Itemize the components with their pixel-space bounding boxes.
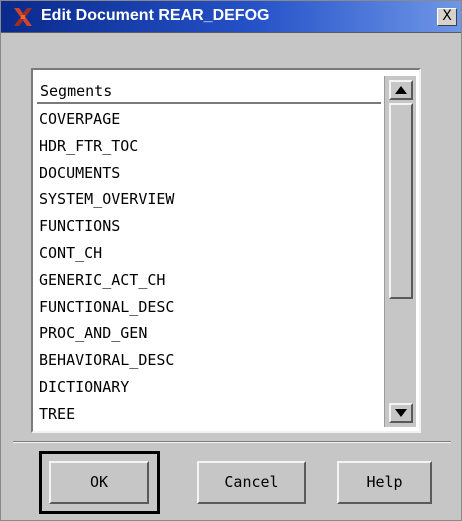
arrow-down-icon	[395, 409, 407, 417]
window-title: Edit Document REAR_DEFOG	[41, 7, 270, 24]
arrow-up-icon	[395, 86, 407, 94]
help-button[interactable]: Help	[337, 461, 432, 504]
cancel-button[interactable]: Cancel	[197, 461, 306, 504]
segments-header: Segments	[37, 80, 381, 104]
ok-button[interactable]: OK	[49, 461, 149, 504]
list-item[interactable]: HDR_FTR_TOC	[39, 133, 381, 160]
segments-list-frame: Segments COVERPAGE HDR_FTR_TOC DOCUMENTS…	[31, 68, 421, 433]
list-item[interactable]: BEHAVIORAL_DESC	[39, 347, 381, 374]
list-item[interactable]: SYSTEM_OVERVIEW	[39, 186, 381, 213]
x-app-icon	[14, 8, 32, 26]
scroll-up-button[interactable]	[389, 80, 413, 100]
separator	[13, 441, 451, 443]
list-item[interactable]: PROC_AND_GEN	[39, 320, 381, 347]
segments-rows: COVERPAGE HDR_FTR_TOC DOCUMENTS SYSTEM_O…	[39, 106, 381, 428]
list-item[interactable]: DICTIONARY	[39, 374, 381, 401]
list-item[interactable]: FUNCTIONAL_DESC	[39, 294, 381, 321]
close-button[interactable]: X	[437, 8, 457, 26]
title-bar[interactable]: Edit Document REAR_DEFOG X	[1, 1, 461, 33]
scroll-down-button[interactable]	[389, 403, 413, 423]
vertical-scrollbar[interactable]	[384, 76, 416, 427]
list-item[interactable]: DOCUMENTS	[39, 160, 381, 187]
edit-document-dialog: Edit Document REAR_DEFOG X Segments COVE…	[0, 0, 462, 521]
list-item[interactable]: TREE	[39, 401, 381, 428]
segments-listbox[interactable]: Segments COVERPAGE HDR_FTR_TOC DOCUMENTS…	[33, 70, 382, 431]
scroll-thumb[interactable]	[389, 103, 413, 299]
list-item[interactable]: GENERIC_ACT_CH	[39, 267, 381, 294]
list-item[interactable]: CONT_CH	[39, 240, 381, 267]
list-item[interactable]: FUNCTIONS	[39, 213, 381, 240]
list-item[interactable]: COVERPAGE	[39, 106, 381, 133]
